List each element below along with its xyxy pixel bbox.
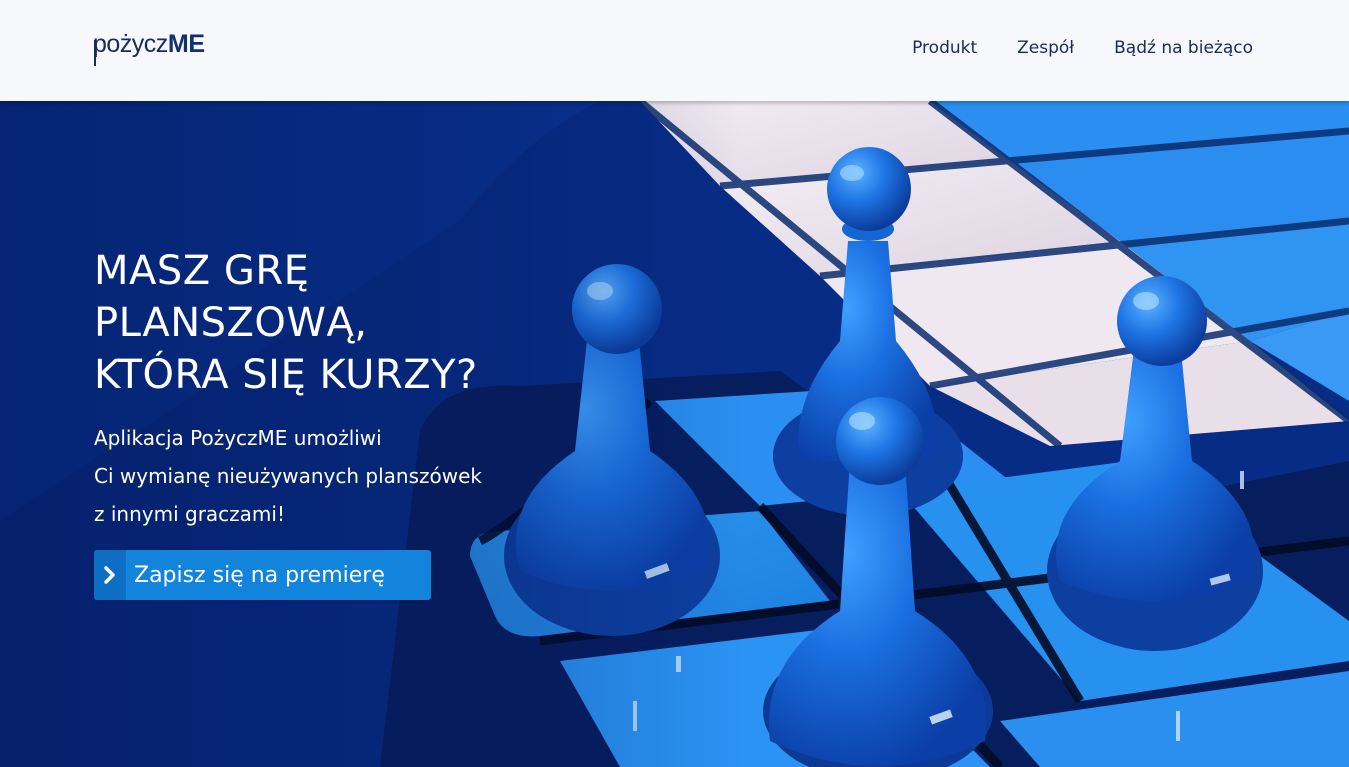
- main-nav: Produkt Zespół Bądź na bieżąco: [912, 38, 1253, 58]
- signup-premiere-label: Zapisz się na premierę: [134, 562, 385, 588]
- signup-premiere-button[interactable]: Zapisz się na premierę: [94, 550, 431, 600]
- hero-description-line-1: Aplikacja PożyczME umożliwi: [94, 426, 382, 450]
- hero-headline-line-1: MASZ GRĘ: [94, 248, 310, 294]
- nav-link-zespol[interactable]: Zespół: [1017, 38, 1074, 58]
- logo-text-regular: pożycz: [93, 30, 168, 58]
- hero-description-line-3: z innymi graczami!: [94, 502, 285, 526]
- hero-headline: MASZ GRĘ PLANSZOWĄ, KTÓRA SIĘ KURZY?: [94, 245, 478, 401]
- site-header: pożycz ME Produkt Zespół Bądź na bieżąco: [0, 0, 1349, 101]
- hero-headline-line-3: KTÓRA SIĘ KURZY?: [94, 352, 478, 398]
- chevron-right-icon: [94, 550, 126, 600]
- hero-description: Aplikacja PożyczME umożliwi Ci wymianę n…: [94, 419, 482, 533]
- nav-link-badz-na-biezaco[interactable]: Bądź na bieżąco: [1114, 38, 1253, 58]
- logo-mark: [94, 40, 96, 66]
- logo-text-bold: ME: [167, 30, 205, 58]
- logo[interactable]: pożycz ME: [93, 30, 205, 66]
- nav-link-produkt[interactable]: Produkt: [912, 38, 977, 58]
- hero-section: MASZ GRĘ PLANSZOWĄ, KTÓRA SIĘ KURZY? Apl…: [0, 101, 1349, 767]
- hero-headline-line-2: PLANSZOWĄ,: [94, 300, 368, 346]
- hero-description-line-2: Ci wymianę nieużywanych planszówek: [94, 464, 482, 488]
